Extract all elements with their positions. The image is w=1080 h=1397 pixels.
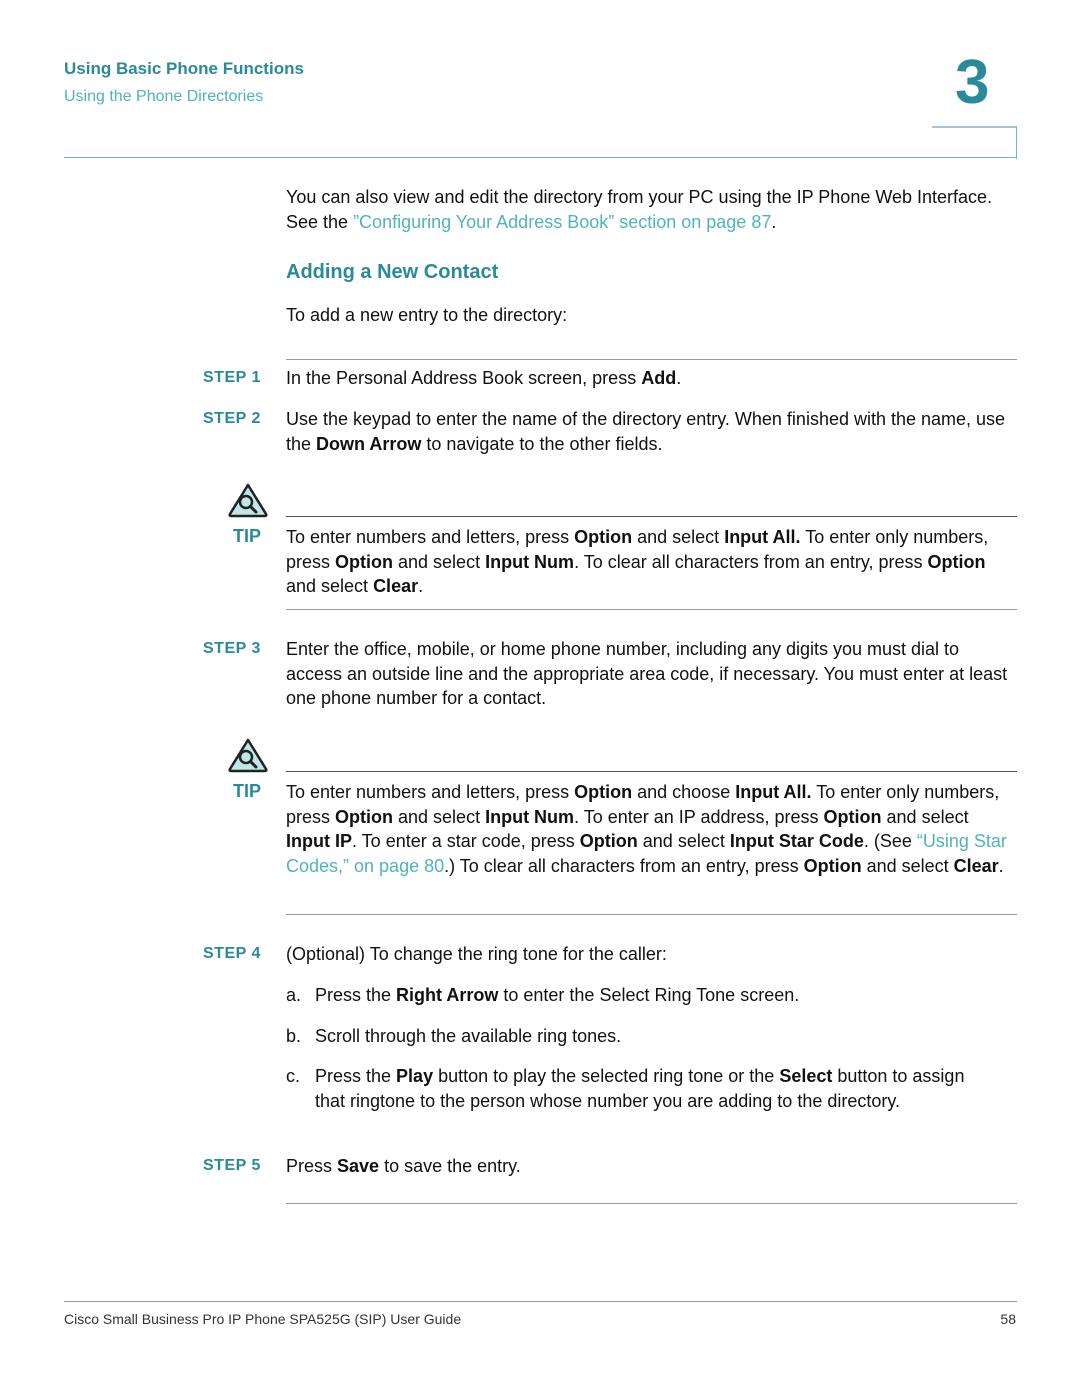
step-label: STEP 4: [203, 945, 261, 962]
ui-term: Right Arrow: [396, 985, 499, 1005]
ui-term: Option: [823, 806, 882, 827]
text-run: . To enter a star code, press: [352, 831, 580, 851]
text-run: to navigate to the other fields.: [421, 433, 663, 454]
text-run: and select: [861, 855, 954, 876]
ui-term: Input All.: [735, 782, 812, 802]
tip-text: To enter numbers and letters, press Opti…: [286, 525, 1016, 599]
tip-text: To enter numbers and letters, press Opti…: [286, 780, 1016, 878]
text-run: Press the: [315, 985, 397, 1005]
ui-term: Save: [337, 1156, 380, 1176]
header-divider: [64, 157, 1017, 158]
substep-letter: b.: [286, 1026, 302, 1046]
tip-top-divider: [286, 771, 1017, 772]
section-heading: Adding a New Contact: [286, 261, 499, 283]
text-run: Press the: [315, 1066, 397, 1086]
ui-term: Down Arrow: [316, 433, 422, 454]
tip-magnifier-icon: [227, 482, 269, 518]
tip-magnifier-icon: [227, 737, 269, 773]
text-run: and select: [393, 551, 486, 572]
text-run: .: [998, 855, 1004, 876]
tip-label: TIP: [233, 781, 262, 801]
ui-term: Option: [927, 551, 986, 572]
chapter-number: 3: [955, 48, 990, 117]
text-run: To enter numbers and letters, press: [286, 527, 575, 547]
text-run: and select: [881, 806, 969, 827]
text-run: To enter numbers and letters, press: [286, 782, 575, 802]
substep-text: Scroll through the available ring tones.: [315, 1024, 985, 1049]
ui-term: Option: [335, 806, 394, 827]
text-run: and choose: [632, 782, 736, 802]
ui-term: Input Num: [485, 551, 575, 572]
text-run: Enter the office, mobile, or home phone …: [286, 639, 1008, 708]
text-run: and select: [286, 576, 374, 596]
text-run: (Optional) To change the ring tone for t…: [286, 944, 667, 964]
ui-term: Clear: [373, 576, 419, 596]
steps-divider: [286, 359, 1017, 360]
footer-divider: [64, 1301, 1017, 1302]
ui-term: Input Num: [485, 806, 575, 827]
ui-term: Add: [641, 368, 677, 388]
ui-term: Input All.: [724, 527, 801, 547]
step-label: STEP 5: [203, 1157, 261, 1174]
substep-text: Press the Play button to play the select…: [315, 1064, 985, 1113]
ui-term: Option: [574, 527, 633, 547]
chapter-title: Using Basic Phone Functions: [64, 59, 304, 78]
text-run: .: [676, 368, 682, 388]
ui-term: Option: [803, 855, 862, 876]
ui-term: Input IP: [286, 831, 352, 851]
text-run: and select: [637, 831, 730, 851]
tip-bottom-divider: [286, 914, 1017, 915]
address-book-link[interactable]: ”Configuring Your Address Book” section …: [353, 212, 771, 232]
text-run: Press: [286, 1156, 338, 1176]
step-label: STEP 3: [203, 640, 261, 657]
intro-paragraph: You can also view and edit the directory…: [286, 185, 1016, 234]
text-run: to save the entry.: [379, 1156, 521, 1176]
steps-end-divider: [286, 1203, 1017, 1204]
substep-c: c. Press the Play button to play the sele…: [286, 1064, 986, 1113]
text-run: Scroll through the available ring tones.: [315, 1026, 622, 1046]
text-run: button to play the selected ring tone or…: [433, 1066, 780, 1086]
ui-term: Option: [335, 551, 394, 572]
step-text: Press Save to save the entry.: [286, 1154, 1016, 1179]
chapter-number-box: [932, 126, 1017, 159]
page-number: 58: [1000, 1311, 1016, 1327]
text-run: . (See: [863, 831, 917, 851]
ui-term: Option: [579, 831, 638, 851]
tip-bottom-divider: [286, 609, 1017, 610]
ui-term: Play: [396, 1066, 434, 1086]
substep-b: b. Scroll through the available ring tone…: [286, 1024, 986, 1049]
substep-text: Press the Right Arrow to enter the Selec…: [315, 983, 985, 1008]
text-run: and select: [632, 527, 725, 547]
ui-term: Clear: [953, 855, 999, 876]
tip-top-divider: [286, 516, 1017, 517]
step-text: In the Personal Address Book screen, pre…: [286, 366, 1016, 391]
ui-term: Select: [779, 1066, 833, 1086]
section-title: Using the Phone Directories: [64, 88, 264, 105]
step-text: (Optional) To change the ring tone for t…: [286, 942, 1016, 967]
tip-label: TIP: [233, 526, 262, 546]
text-run: . To enter an IP address, press: [574, 806, 824, 827]
text-run: .) To clear all characters from an entry…: [444, 855, 804, 876]
step-text: Enter the office, mobile, or home phone …: [286, 637, 1016, 711]
text-run: to enter the Select Ring Tone screen.: [498, 985, 800, 1005]
ui-term: Input Star Code: [729, 831, 864, 851]
step-text: Use the keypad to enter the name of the …: [286, 407, 1016, 456]
step-label: STEP 2: [203, 410, 261, 427]
intro-text-end: .: [771, 211, 777, 232]
substep-letter: c.: [286, 1066, 301, 1086]
section-lead: To add a new entry to the directory:: [286, 305, 568, 325]
text-run: . To clear all characters from an entry,…: [574, 551, 928, 572]
substep-a: a. Press the Right Arrow to enter the Sel…: [286, 983, 986, 1008]
step-label: STEP 1: [203, 369, 261, 386]
substep-letter: a.: [286, 985, 302, 1005]
text-run: In the Personal Address Book screen, pre…: [286, 368, 642, 388]
text-run: .: [418, 576, 424, 596]
text-run: and select: [393, 806, 486, 827]
ui-term: Option: [574, 782, 633, 802]
footer-title: Cisco Small Business Pro IP Phone SPA525…: [64, 1311, 462, 1327]
